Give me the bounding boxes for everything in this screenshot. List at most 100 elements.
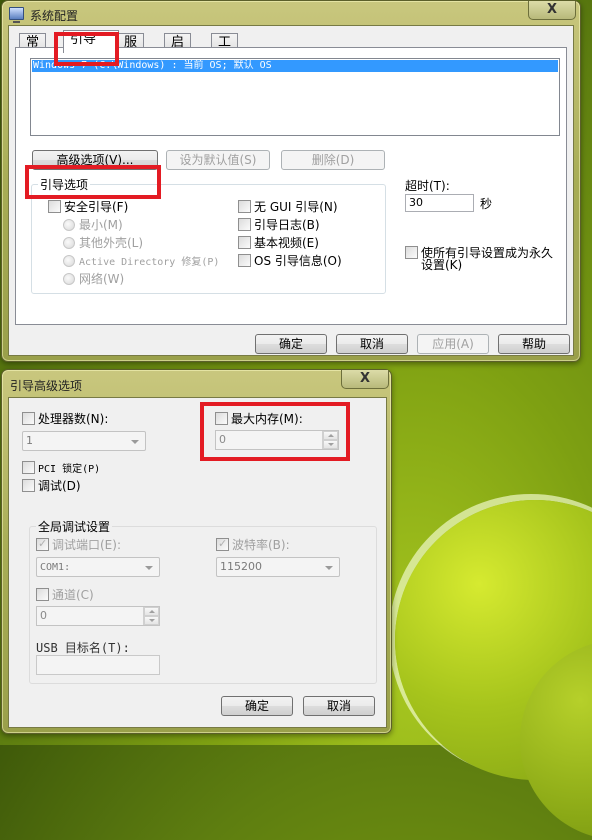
close-icon: X <box>546 2 558 17</box>
checkbox-box <box>238 218 251 231</box>
timeout-label: 超时(T): <box>405 179 450 193</box>
title-bar[interactable]: 引导高级选项 X <box>2 370 391 398</box>
boot-options-group: 引导选项 安全引导(F) 最小(M) 其他外壳(L) Active Direct… <box>31 176 386 294</box>
boot-entries-list[interactable]: Windows 7 (C:\Windows) : 当前 OS; 默认 OS <box>30 58 560 136</box>
checkbox-label: OS 引导信息(O) <box>254 254 342 268</box>
cancel-button[interactable]: 取消 <box>303 696 375 716</box>
checkbox-box <box>36 537 49 551</box>
spinner-buttons <box>143 607 159 625</box>
chevron-down-icon <box>131 440 139 444</box>
select-value: 1 <box>26 434 33 447</box>
global-debug-group: 全局调试设置 调试端口(E): COM1: 波特率(B): 115200 通道(… <box>29 518 377 684</box>
help-button[interactable]: 帮助 <box>498 334 570 354</box>
baud-rate-checkbox[interactable]: 波特率(B): <box>216 537 290 552</box>
debug-port-select[interactable]: COM1: <box>36 557 160 577</box>
radio-ad-repair[interactable]: Active Directory 修复(P) <box>63 254 219 270</box>
spin-up-icon[interactable] <box>323 431 338 440</box>
radio-dot <box>63 273 75 285</box>
radio-label: 网络(W) <box>79 272 125 286</box>
apply-button[interactable]: 应用(A) <box>417 334 489 354</box>
usb-target-label: USB 目标名(T): <box>36 641 130 655</box>
no-gui-boot-checkbox[interactable]: 无 GUI 引导(N) <box>238 200 338 214</box>
checkbox-box <box>216 537 229 551</box>
tab-label: 引导 <box>70 32 97 47</box>
baud-rate-select[interactable]: 115200 <box>216 557 340 577</box>
checkbox-box <box>36 588 49 601</box>
ok-button[interactable]: 确定 <box>255 334 327 354</box>
radio-dot <box>63 219 75 231</box>
checkbox-label: 引导日志(B) <box>254 218 320 232</box>
close-button[interactable]: X <box>528 1 576 20</box>
tab-boot[interactable]: 引导 <box>63 30 119 53</box>
checkbox-box <box>215 412 228 425</box>
spin-down-icon[interactable] <box>144 616 159 625</box>
max-memory-checkbox[interactable]: 最大内存(M): <box>215 412 303 426</box>
checkbox-label: 处理器数(N): <box>38 412 109 426</box>
checkbox-box <box>238 200 251 213</box>
close-icon: X <box>359 371 371 386</box>
channel-spinner[interactable]: 0 <box>36 606 160 626</box>
usb-target-input[interactable] <box>36 655 160 675</box>
spinner-buttons <box>322 431 338 449</box>
dialog-body: 常规 引导 服务 启动 工具 Windows 7 (C:\Windows) : … <box>8 25 574 356</box>
checkbox-box <box>22 479 35 492</box>
debug-port-checkbox[interactable]: 调试端口(E): <box>36 537 121 552</box>
checkbox-box <box>238 254 251 267</box>
spin-down-icon[interactable] <box>323 440 338 449</box>
advanced-boot-options-window: 引导高级选项 X 处理器数(N): 1 最大内存(M): 0 PCI 锁定(P)… <box>1 369 392 734</box>
msconfig-app-icon <box>9 7 24 23</box>
close-button[interactable]: X <box>341 370 389 389</box>
checkbox-label: 调试(D) <box>38 479 81 493</box>
radio-minimal[interactable]: 最小(M) <box>63 218 123 232</box>
checkbox-box <box>48 200 61 213</box>
channel-checkbox[interactable]: 通道(C) <box>36 588 94 602</box>
delete-button[interactable]: 删除(D) <box>281 150 385 170</box>
radio-dot <box>63 237 75 249</box>
radio-dot <box>63 255 75 267</box>
checkbox-box <box>22 461 35 474</box>
checkbox-label: 波特率(B): <box>232 538 290 552</box>
max-memory-spinner[interactable]: 0 <box>215 430 339 450</box>
radio-label: 其他外壳(L) <box>79 236 144 250</box>
set-default-button[interactable]: 设为默认值(S) <box>166 150 270 170</box>
chevron-down-icon <box>325 566 333 570</box>
spinner-value: 0 <box>219 433 226 446</box>
select-value: COM1: <box>40 562 71 573</box>
select-value: 115200 <box>220 560 262 573</box>
checkbox-label: 无 GUI 引导(N) <box>254 200 338 214</box>
boot-entry-item[interactable]: Windows 7 (C:\Windows) : 当前 OS; 默认 OS <box>32 60 558 72</box>
num-processors-select[interactable]: 1 <box>22 431 146 451</box>
checkbox-box <box>405 246 418 259</box>
pci-lock-checkbox[interactable]: PCI 锁定(P) <box>22 461 100 477</box>
window-title: 系统配置 <box>30 9 79 23</box>
base-video-checkbox[interactable]: 基本视频(E) <box>238 236 319 250</box>
checkbox-label: 调试端口(E): <box>52 538 121 552</box>
radio-alternate-shell[interactable]: 其他外壳(L) <box>63 236 143 250</box>
system-config-window: 系统配置 X 常规 引导 服务 启动 工具 Windows 7 (C:\Wind… <box>1 0 581 362</box>
checkbox-label: PCI 锁定(P) <box>38 464 101 475</box>
boot-tab-panel: Windows 7 (C:\Windows) : 当前 OS; 默认 OS 高级… <box>15 47 567 325</box>
dialog-body: 处理器数(N): 1 最大内存(M): 0 PCI 锁定(P) 调试(D) 全局… <box>8 397 387 728</box>
checkbox-box <box>238 236 251 249</box>
checkbox-box <box>22 412 35 425</box>
checkbox-label: 安全引导(F) <box>64 200 129 214</box>
checkbox-label: 通道(C) <box>52 588 94 602</box>
num-processors-checkbox[interactable]: 处理器数(N): <box>22 412 108 426</box>
debug-checkbox[interactable]: 调试(D) <box>22 479 81 493</box>
boot-log-checkbox[interactable]: 引导日志(B) <box>238 218 320 232</box>
cancel-button[interactable]: 取消 <box>336 334 408 354</box>
safe-boot-checkbox[interactable]: 安全引导(F) <box>48 200 128 214</box>
spin-up-icon[interactable] <box>144 607 159 616</box>
timeout-input[interactable]: 30 <box>405 194 474 212</box>
global-debug-label: 全局调试设置 <box>36 518 113 535</box>
advanced-options-button[interactable]: 高级选项(V)... <box>32 150 158 170</box>
radio-label: Active Directory 修复(P) <box>79 257 220 268</box>
make-permanent-label-cont: 设置(K) <box>421 258 463 272</box>
ok-button[interactable]: 确定 <box>221 696 293 716</box>
window-title: 引导高级选项 <box>10 379 83 393</box>
os-boot-info-checkbox[interactable]: OS 引导信息(O) <box>238 254 342 268</box>
boot-options-label: 引导选项 <box>38 176 91 193</box>
spinner-value: 0 <box>40 609 47 622</box>
radio-label: 最小(M) <box>79 218 123 232</box>
radio-network[interactable]: 网络(W) <box>63 272 124 286</box>
